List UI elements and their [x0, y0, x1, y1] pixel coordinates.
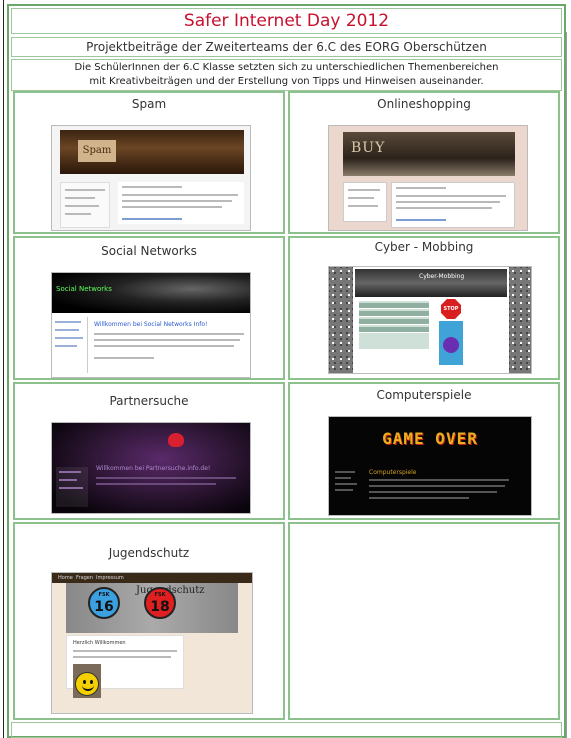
project-title-spam[interactable]: Spam	[15, 97, 283, 111]
fsk-18-label: FSK	[154, 592, 166, 598]
fsk-16-badge: FSK 16	[88, 587, 120, 619]
game-over-text: GAME OVER	[382, 429, 478, 448]
screenshot-partnersuche[interactable]: Willkommen bei Partnersuche.info.de!	[51, 422, 251, 514]
shop-buy-text: BUY	[351, 140, 386, 156]
screenshot-social-networks[interactable]: Social Networks Willkommen bei Social Ne…	[51, 272, 251, 378]
project-cell-partnersuche[interactable]: Partnersuche Willkommen bei Partnersuche…	[13, 382, 285, 520]
ps-heading: Willkommen bei Partnersuche.info.de!	[96, 465, 211, 472]
project-title-onlineshopping[interactable]: Onlineshopping	[290, 97, 558, 111]
project-title-computerspiele[interactable]: Computerspiele	[290, 388, 558, 402]
sn-nav-box	[52, 317, 88, 373]
js-content-box: Herzlich Willkommen	[66, 635, 184, 698]
cm-poster	[439, 321, 463, 365]
project-title-cyber-mobbing[interactable]: Cyber - Mobbing	[290, 240, 558, 254]
project-table: Safer Internet Day 2012 Projektbeiträge …	[7, 4, 566, 738]
intro-line-1: Die SchülerInnen der 6.C Klasse setzten …	[74, 62, 499, 73]
project-cell-computerspiele[interactable]: Computerspiele GAME OVER Computerspiele	[288, 382, 560, 520]
screenshot-jugendschutz[interactable]: Home Fragen Impressum Jugendschutz FSK16…	[51, 572, 253, 714]
ps-nav-box	[56, 467, 88, 507]
cm-pattern-left	[329, 267, 353, 373]
screenshot-cyber-mobbing[interactable]: Cyber-Mobbing STOP	[328, 266, 532, 374]
project-cell-spam[interactable]: Spam Spam	[13, 91, 285, 234]
cs-nav-box	[335, 469, 361, 499]
screenshot-spam[interactable]: Spam	[51, 125, 251, 231]
fsk-18-number: 18	[150, 599, 170, 615]
stop-sign-icon: STOP	[441, 299, 461, 319]
fsk-18-badge: FSK 18	[144, 587, 176, 619]
js-nav-fragen: Fragen	[76, 575, 94, 581]
shop-banner: BUY	[343, 132, 515, 176]
cs-heading: Computerspiele	[369, 469, 417, 476]
page-subtitle: Projektbeiträge der Zweiterteams der 6.C…	[11, 37, 562, 57]
intro-line-2: mit Kreativbeiträgen und der Erstellung …	[89, 76, 484, 87]
cm-title: Cyber-Mobbing	[419, 273, 465, 280]
project-cell-jugendschutz[interactable]: Jugendschutz Home Fragen Impressum Jugen…	[13, 522, 285, 720]
screenshot-computerspiele[interactable]: GAME OVER Computerspiele	[328, 416, 532, 516]
page-title: Safer Internet Day 2012	[11, 8, 562, 34]
project-title-jugendschutz[interactable]: Jugendschutz	[15, 546, 283, 560]
cm-pattern-right	[509, 267, 531, 373]
project-cell-social-networks[interactable]: Social Networks Social Networks Willkomm…	[13, 236, 285, 380]
monster-icon	[443, 337, 459, 353]
js-nav-impressum: Impressum	[96, 575, 124, 581]
js-content-heading: Herzlich Willkommen	[73, 640, 126, 646]
sn-heading: Willkommen bei Social Networks Info!	[94, 321, 208, 328]
screenshot-onlineshopping[interactable]: BUY	[328, 125, 528, 231]
sn-banner: Social Networks	[52, 273, 250, 313]
fsk-16-number: 16	[94, 599, 114, 615]
left-border-rule	[3, 0, 4, 738]
heart-icon	[168, 433, 184, 447]
spam-banner: Spam	[60, 130, 244, 174]
smiley-icon	[75, 672, 99, 696]
project-cell-cyber-mobbing[interactable]: Cyber - Mobbing Cyber-Mobbing STOP	[288, 236, 560, 380]
fsk-16-label: FSK	[98, 592, 110, 598]
sn-logo: Social Networks	[56, 285, 112, 293]
project-title-partnersuche[interactable]: Partnersuche	[15, 394, 283, 408]
cm-menu-box	[359, 301, 429, 349]
bottom-row	[11, 722, 562, 738]
spam-content-box	[118, 182, 244, 224]
js-photo	[73, 664, 101, 698]
shop-content-box	[391, 182, 515, 228]
spam-logo: Spam	[78, 140, 116, 162]
project-title-social-networks[interactable]: Social Networks	[15, 244, 283, 258]
project-cell-onlineshopping[interactable]: Onlineshopping BUY	[288, 91, 560, 234]
intro-text: Die SchülerInnen der 6.C Klasse setzten …	[11, 59, 562, 91]
cm-banner: Cyber-Mobbing	[355, 269, 507, 297]
empty-cell	[288, 522, 560, 720]
spam-nav-box	[60, 182, 110, 228]
stop-sign-text: STOP	[443, 306, 459, 312]
js-nav-home: Home	[58, 575, 73, 581]
right-border-rule	[566, 32, 567, 738]
shop-nav-box	[343, 182, 387, 222]
js-top-nav: Home Fragen Impressum	[52, 573, 252, 583]
